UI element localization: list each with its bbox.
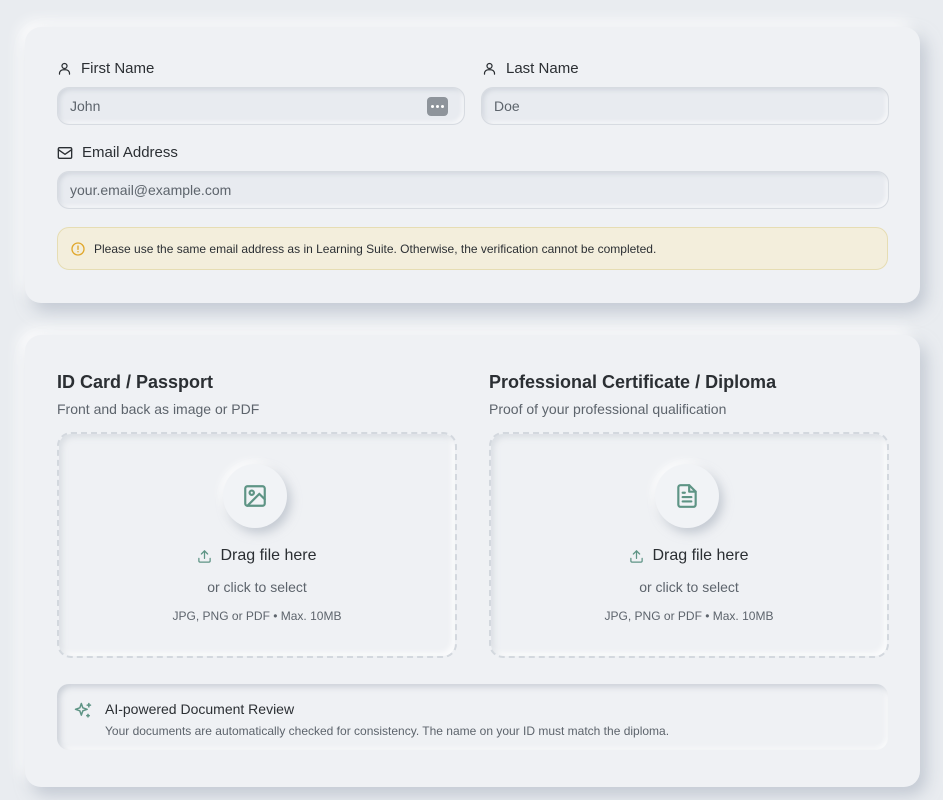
id-card-subtitle: Front and back as image or PDF xyxy=(57,401,260,417)
file-text-icon xyxy=(677,484,697,508)
first-name-value: John xyxy=(70,98,101,114)
email-notice: Please use the same email address as in … xyxy=(57,227,888,270)
alert-circle-icon xyxy=(71,241,85,256)
id-card-dropzone[interactable]: Drag file here or click to select JPG, P… xyxy=(57,432,457,658)
mail-icon xyxy=(57,146,73,159)
certificate-drop-text: Drag file here xyxy=(652,547,749,564)
email-label: Email Address xyxy=(57,144,178,161)
certificate-drop-or: or click to select xyxy=(639,579,739,595)
image-icon xyxy=(244,485,266,507)
id-card-title: ID Card / Passport xyxy=(57,372,214,392)
documents-card: ID Card / Passport Front and back as ima… xyxy=(25,335,920,787)
upload-icon xyxy=(198,549,212,563)
personal-details-card: First Name John Last Name Doe Email Addr… xyxy=(25,27,920,303)
certificate-icon-badge xyxy=(655,464,719,528)
email-label-text: Email Address xyxy=(82,144,178,161)
certificate-title: Professional Certificate / Diploma xyxy=(489,372,777,392)
certificate-dropzone[interactable]: Drag file here or click to select JPG, P… xyxy=(489,432,889,658)
first-name-input[interactable]: John xyxy=(57,87,465,125)
email-placeholder: your.email@example.com xyxy=(70,182,232,198)
id-card-drop-or: or click to select xyxy=(207,579,307,595)
ai-review-box: AI-powered Document Review Your document… xyxy=(57,684,888,750)
id-card-icon-badge xyxy=(223,464,287,528)
ai-review-title: AI-powered Document Review xyxy=(105,701,295,717)
id-card-drop-label: Drag file here xyxy=(59,547,455,565)
email-notice-text: Please use the same email address as in … xyxy=(94,241,657,256)
certificate-subtitle: Proof of your professional qualification xyxy=(489,401,727,417)
ai-review-text: Your documents are automatically checked… xyxy=(105,724,670,738)
user-icon xyxy=(58,62,71,75)
password-manager-icon[interactable] xyxy=(427,97,448,116)
first-name-label: First Name xyxy=(57,60,154,77)
id-card-drop-text: Drag file here xyxy=(220,547,317,564)
last-name-label: Last Name xyxy=(482,60,579,77)
upload-icon xyxy=(630,549,644,563)
id-card-drop-hint: JPG, PNG or PDF • Max. 10MB xyxy=(172,609,342,623)
certificate-drop-label: Drag file here xyxy=(491,547,887,565)
email-input[interactable]: your.email@example.com xyxy=(57,171,889,209)
first-name-label-text: First Name xyxy=(81,60,155,77)
certificate-drop-hint: JPG, PNG or PDF • Max. 10MB xyxy=(604,609,774,623)
last-name-value: Doe xyxy=(494,98,520,114)
last-name-label-text: Last Name xyxy=(506,60,579,77)
last-name-input[interactable]: Doe xyxy=(481,87,889,125)
sparkles-icon xyxy=(74,702,92,718)
user-icon xyxy=(483,62,496,75)
